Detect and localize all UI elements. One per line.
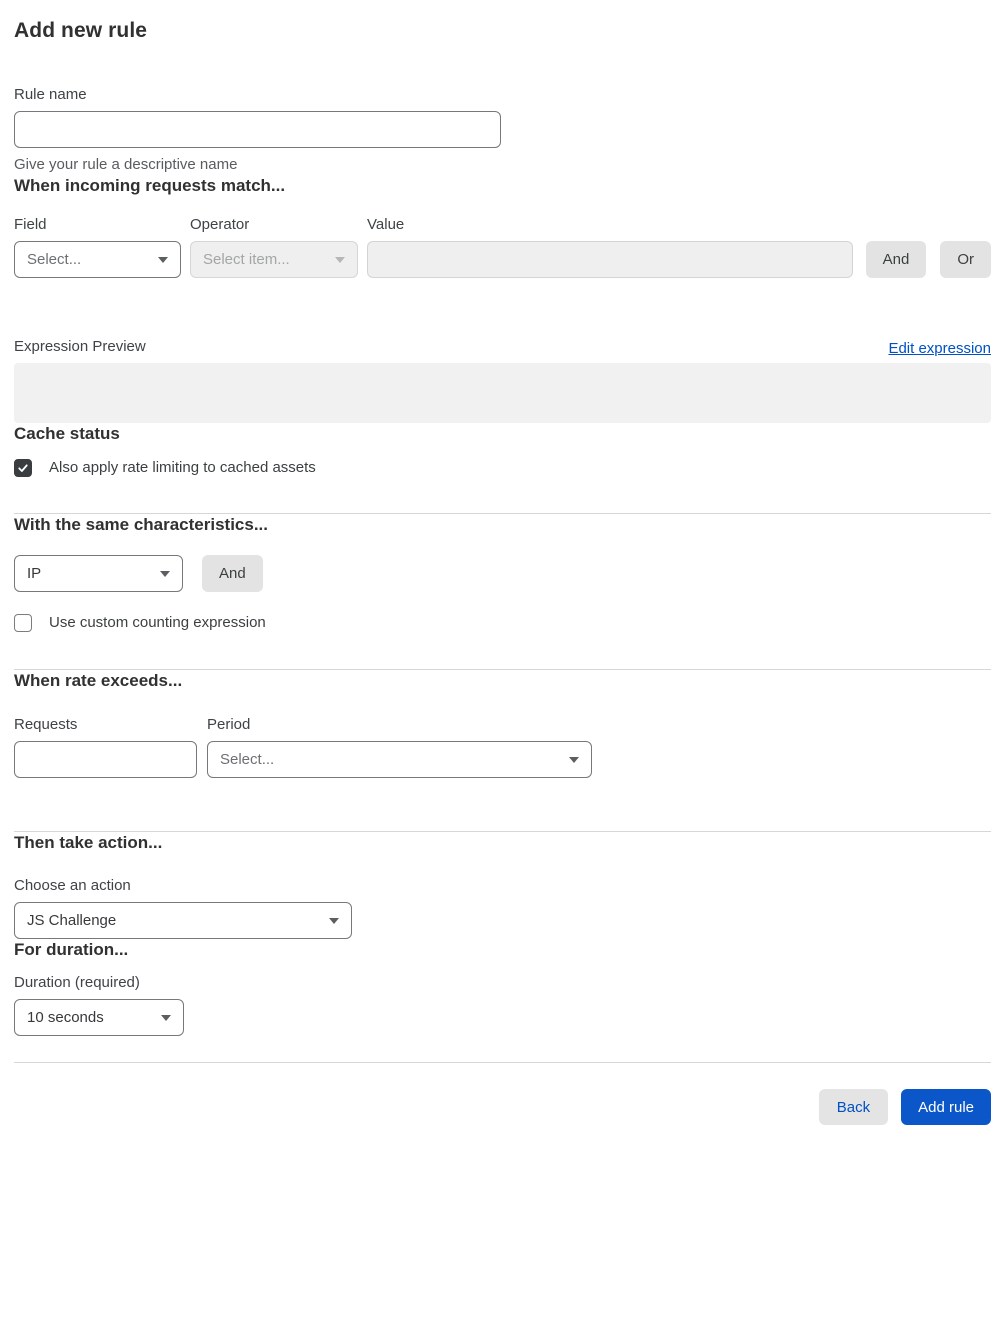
field-select[interactable]: Select... [14,241,181,278]
characteristics-row: IP And [14,555,991,592]
requests-label: Requests [14,716,78,733]
back-button[interactable]: Back [818,1089,889,1125]
chevron-down-icon [161,1014,171,1021]
footer-divider [14,1062,991,1063]
page-title: Add new rule [14,19,148,42]
duration-select[interactable]: 10 seconds [14,999,184,1036]
cache-status-heading: Cache status [14,424,120,443]
rate-section-heading: When rate exceeds... [14,671,183,690]
duration-select-value: 10 seconds [27,1009,104,1026]
footer-actions: Back Add rule [14,1089,991,1125]
period-group: Period Select... [207,715,592,778]
chevron-down-icon [329,917,339,924]
chevron-down-icon [158,256,168,263]
requests-group: Requests [14,715,197,778]
choose-action-label: Choose an action [14,877,131,894]
value-label: Value [367,216,405,233]
operator-select-value: Select item... [203,251,290,268]
cached-assets-checkbox-label: Also apply rate limiting to cached asset… [49,459,316,476]
characteristic-select[interactable]: IP [14,555,183,592]
field-select-value: Select... [27,251,82,268]
add-rule-form: Add new rule Rule name Give your rule a … [0,0,1002,1138]
checkmark-icon [18,464,28,472]
expression-preview-box [14,363,991,423]
rule-name-helper: Give your rule a descriptive name [14,156,238,173]
chevron-down-icon [335,256,345,263]
rate-row: Requests Period Select... [14,715,991,778]
requests-input[interactable] [14,741,197,778]
add-rule-button[interactable]: Add rule [901,1089,991,1125]
period-label: Period [207,716,251,733]
and-button[interactable]: And [865,241,927,278]
counting-expression-row: Use custom counting expression [14,613,991,633]
characteristic-select-value: IP [27,565,42,582]
operator-label: Operator [190,216,250,233]
match-section-heading: When incoming requests match... [14,176,286,195]
value-group: Value [367,215,853,278]
cached-assets-checkbox[interactable] [14,459,32,477]
operator-group: Operator Select item... [190,215,358,278]
expression-preview-label: Expression Preview [14,338,146,355]
match-expression-row: Field Select... Operator Select item... … [14,215,991,278]
cache-status-checkbox-row: Also apply rate limiting to cached asset… [14,458,991,478]
duration-section-heading: For duration... [14,940,129,959]
or-button[interactable]: Or [940,241,991,278]
period-select-value: Select... [220,751,275,768]
chevron-down-icon [160,570,170,577]
operator-select: Select item... [190,241,358,278]
duration-label: Duration (required) [14,974,140,991]
field-group: Field Select... [14,215,181,278]
action-select-value: JS Challenge [27,912,117,929]
edit-expression-link[interactable]: Edit expression [888,340,991,357]
characteristics-and-button[interactable]: And [202,555,263,592]
chevron-down-icon [569,756,579,763]
rule-name-group: Rule name Give your rule a descriptive n… [14,85,991,175]
action-select[interactable]: JS Challenge [14,902,352,939]
action-section-heading: Then take action... [14,833,163,852]
rule-name-input[interactable] [14,111,501,148]
value-input [367,241,853,278]
expression-preview-header: Expression Preview Edit expression [14,337,991,357]
characteristics-heading: With the same characteristics... [14,515,269,534]
custom-counting-checkbox-label: Use custom counting expression [49,614,266,631]
field-label: Field [14,216,47,233]
rule-name-label: Rule name [14,86,87,103]
period-select[interactable]: Select... [207,741,592,778]
custom-counting-checkbox[interactable] [14,614,32,632]
